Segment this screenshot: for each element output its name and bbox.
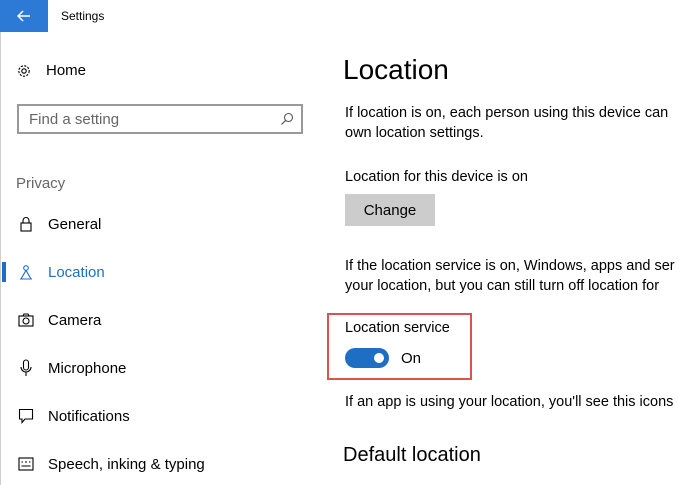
section-label-privacy: Privacy xyxy=(16,175,66,192)
service-description-line2: your location, but you can still turn of… xyxy=(345,278,660,294)
location-service-toggle[interactable] xyxy=(345,348,389,368)
intro-text-line1: If location is on, each person using thi… xyxy=(345,105,669,121)
microphone-icon xyxy=(17,359,35,377)
sidebar-item-location[interactable]: Location xyxy=(0,252,320,292)
lock-icon xyxy=(17,216,35,232)
search-input[interactable] xyxy=(19,109,273,129)
back-arrow-icon xyxy=(17,10,30,22)
toggle-knob xyxy=(374,353,384,363)
window-title: Settings xyxy=(61,9,105,23)
toggle-state-text: On xyxy=(401,350,422,367)
sidebar-item-notifications[interactable]: Notifications xyxy=(0,396,320,436)
sidebar-item-label: Notifications xyxy=(48,407,130,425)
location-service-label: Location service xyxy=(345,320,450,336)
sidebar-item-label: General xyxy=(48,215,102,233)
home-nav-item[interactable]: Home xyxy=(16,62,86,79)
sidebar-item-general[interactable]: General xyxy=(0,204,320,244)
sidebar-item-label: Speech, inking & typing xyxy=(48,455,205,473)
title-bar: Settings xyxy=(0,0,678,32)
sidebar-item-label: Location xyxy=(48,263,105,281)
location-icon-description: If an app is using your location, you'll… xyxy=(345,394,674,410)
service-description-line1: If the location service is on, Windows, … xyxy=(345,258,675,274)
sidebar-item-camera[interactable]: Camera xyxy=(0,300,320,340)
intro-text-line2: own location settings. xyxy=(345,125,484,141)
notifications-icon xyxy=(17,408,35,424)
sidebar-item-microphone[interactable]: Microphone xyxy=(0,348,320,388)
change-button[interactable]: Change xyxy=(345,194,435,226)
device-location-status: Location for this device is on xyxy=(345,169,528,185)
main-content: Location If location is on, each person … xyxy=(327,32,678,485)
sidebar-item-label: Camera xyxy=(48,311,102,329)
active-indicator xyxy=(2,262,6,282)
camera-icon xyxy=(17,313,35,327)
sidebar-item-label: Microphone xyxy=(48,359,127,377)
search-box[interactable] xyxy=(17,104,303,134)
location-icon xyxy=(17,264,35,280)
sidebar-item-speech[interactable]: Speech, inking & typing xyxy=(0,444,320,484)
speech-icon xyxy=(17,457,35,471)
default-location-heading: Default location xyxy=(343,444,481,466)
gear-icon xyxy=(18,64,30,77)
search-icon[interactable] xyxy=(273,112,301,126)
home-label: Home xyxy=(46,62,87,79)
sidebar: Home Privacy General Location xyxy=(0,32,320,485)
back-button[interactable] xyxy=(0,0,48,32)
page-title: Location xyxy=(343,54,449,85)
